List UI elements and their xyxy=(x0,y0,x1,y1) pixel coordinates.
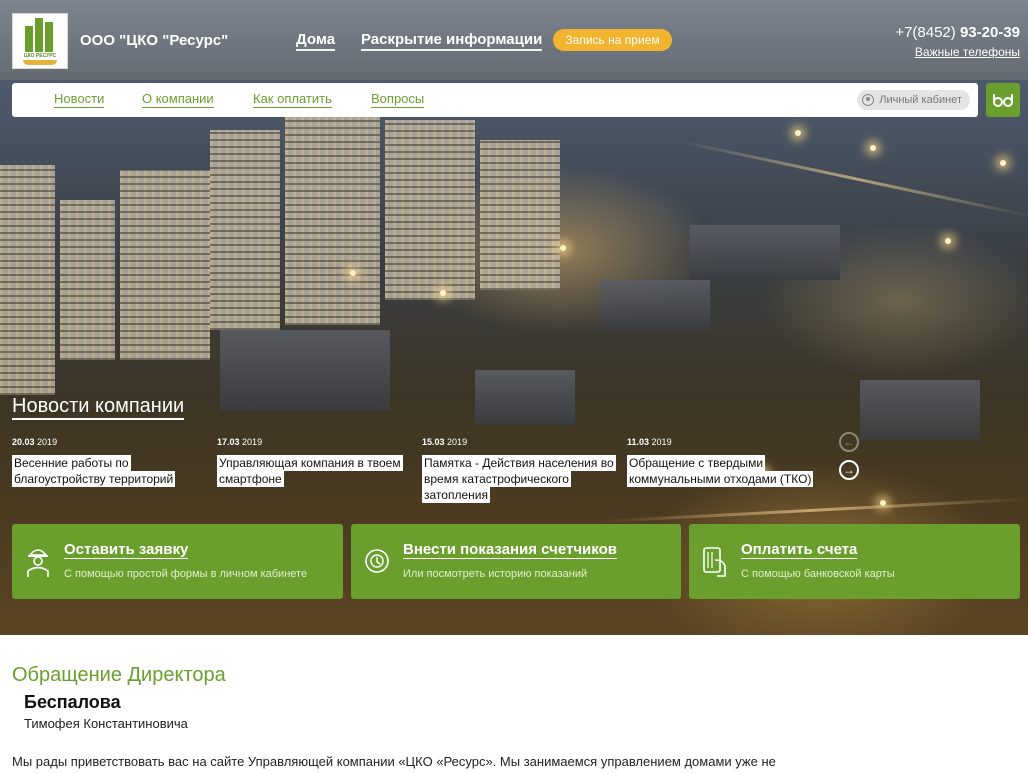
company-logo[interactable]: ЦКО РЕСУРС xyxy=(12,13,68,69)
street-light xyxy=(870,145,876,151)
street-light xyxy=(560,245,566,251)
news-item[interactable]: 11.03 2019 Обращение с твердыми коммунал… xyxy=(627,437,819,487)
pay-bills-card[interactable]: Оплатить счета С помощью банковской карт… xyxy=(689,524,1020,599)
building xyxy=(385,120,475,300)
building xyxy=(600,280,710,330)
street-light xyxy=(795,130,801,136)
card-subtitle: С помощью простой формы в личном кабинет… xyxy=(64,568,308,580)
logo-tower xyxy=(45,22,53,52)
card-icon xyxy=(703,547,726,577)
link-houses[interactable]: Дома xyxy=(296,31,336,51)
meter-icon xyxy=(365,549,389,573)
glasses-icon xyxy=(993,94,1013,107)
logo-tower xyxy=(25,26,33,52)
news-date: 20.03 2019 xyxy=(12,437,58,447)
logo-text: ЦКО РЕСУРС xyxy=(23,53,57,59)
news-section-title: Новости компании xyxy=(12,395,185,420)
phone-prefix: +7(8452) xyxy=(895,24,956,41)
phone-main: 93-20-39 xyxy=(959,24,1020,41)
user-icon xyxy=(862,94,875,106)
building xyxy=(690,225,840,280)
main-nav: Новости О компании Как оплатить Вопросы … xyxy=(12,83,978,117)
company-name: ООО "ЦКО "Ресурс" xyxy=(80,32,229,49)
director-intro-text: Мы рады приветствовать вас на сайте Упра… xyxy=(12,754,776,769)
link-disclosure[interactable]: Раскрытие информации xyxy=(361,31,543,51)
building xyxy=(0,165,55,395)
meter-readings-card[interactable]: Внести показания счетчиков Или посмотрет… xyxy=(351,524,681,599)
building xyxy=(220,330,390,410)
building xyxy=(60,200,115,360)
building xyxy=(475,370,575,425)
director-section-title: Обращение Директора xyxy=(12,664,226,686)
street-light xyxy=(440,290,446,296)
street-light xyxy=(945,238,951,244)
phone-number[interactable]: +7(8452) 93-20-39 xyxy=(895,24,1020,41)
building xyxy=(285,115,380,325)
news-title[interactable]: Памятка - Действия населения во время ка… xyxy=(422,455,616,503)
road xyxy=(599,497,1028,523)
news-date: 15.03 2019 xyxy=(422,437,468,447)
submit-request-card[interactable]: Оставить заявку С помощью простой формы … xyxy=(12,524,343,599)
news-next-arrow-icon[interactable]: → xyxy=(839,460,859,480)
street-light xyxy=(880,500,886,506)
logo-tower xyxy=(35,18,43,52)
road xyxy=(679,140,1028,218)
building xyxy=(480,140,560,290)
street-light xyxy=(1000,160,1006,166)
director-last-name: Беспалова xyxy=(24,692,121,712)
nav-news[interactable]: Новости xyxy=(54,91,105,108)
news-item[interactable]: 20.03 2019 Весенние работы по благоустро… xyxy=(12,437,204,487)
news-prev-arrow-icon[interactable]: ← xyxy=(839,432,859,452)
building xyxy=(860,380,980,440)
worker-icon xyxy=(27,549,49,577)
nav-about[interactable]: О компании xyxy=(142,91,214,108)
director-first-name: Тимофея Константиновича xyxy=(24,716,188,731)
nav-how-to-pay[interactable]: Как оплатить xyxy=(253,91,332,108)
news-title[interactable]: Весенние работы по благоустройству терри… xyxy=(12,455,204,487)
card-subtitle: Или посмотреть историю показаний xyxy=(403,568,588,580)
street-light xyxy=(350,270,356,276)
card-subtitle: С помощью банковской карты xyxy=(741,568,895,580)
news-item[interactable]: 15.03 2019 Памятка - Действия населения … xyxy=(422,437,616,503)
building xyxy=(120,170,210,360)
news-date: 11.03 2019 xyxy=(627,437,672,447)
card-title: Внести показания счетчиков xyxy=(403,541,617,559)
news-item[interactable]: 17.03 2019 Управляющая компания в твоем … xyxy=(217,437,409,487)
news-date: 17.03 2019 xyxy=(217,437,263,447)
building xyxy=(210,130,280,330)
news-title[interactable]: Управляющая компания в твоем смартфоне xyxy=(217,455,409,487)
personal-cabinet-label: Личный кабинет xyxy=(879,94,962,106)
logo-swoosh xyxy=(23,60,57,65)
card-title: Оставить заявку xyxy=(64,541,189,559)
appointment-button[interactable]: Запись на прием xyxy=(553,29,672,51)
card-title: Оплатить счета xyxy=(741,541,858,559)
accessibility-button[interactable] xyxy=(986,83,1020,117)
news-title[interactable]: Обращение с твердыми коммунальными отход… xyxy=(627,455,819,487)
important-phones-link[interactable]: Важные телефоны xyxy=(915,45,1020,59)
personal-cabinet-button[interactable]: Личный кабинет xyxy=(857,90,970,110)
nav-questions[interactable]: Вопросы xyxy=(371,91,425,108)
